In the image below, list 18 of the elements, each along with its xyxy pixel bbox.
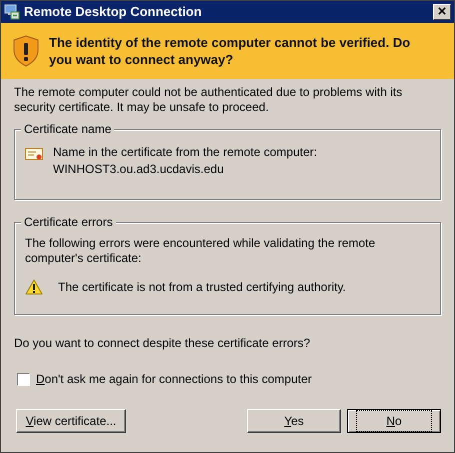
certificate-hostname: WINHOST3.ou.ad3.ucdavis.edu xyxy=(53,161,225,178)
dialog-button[interactable]: View certificate... xyxy=(16,409,126,433)
warning-message: The identity of the remote computer cannot be verified. Do you want to connect anyway? xyxy=(49,34,412,68)
dialog-button[interactable]: No xyxy=(347,409,441,433)
certificate-caption: Name in the certificate from the remote computer: xyxy=(53,144,318,161)
certificate-icon xyxy=(25,148,43,162)
monitor-icon xyxy=(4,4,20,20)
warning-icon xyxy=(25,279,43,295)
intro-text: The remote computer could not be authenticated due to problems with its security certificate. It may be unsafe to proceed. xyxy=(14,85,404,115)
checkbox[interactable] xyxy=(17,373,30,386)
question-text: Do you want to connect despite these certificate errors? xyxy=(14,336,312,351)
dialog-button[interactable]: Yes xyxy=(247,409,341,433)
errors-description: The following errors were encountered while validating the remote computer's certificate: xyxy=(25,236,376,266)
shield-warning-icon xyxy=(13,35,39,67)
error-text: The certificate is not from a trusted certifying authority. xyxy=(58,279,346,296)
close-button[interactable]: × xyxy=(433,4,451,20)
checkbox-label[interactable]: Don't ask me again for connections to this computer xyxy=(36,372,312,387)
window-title: Remote Desktop Connection xyxy=(24,3,203,22)
